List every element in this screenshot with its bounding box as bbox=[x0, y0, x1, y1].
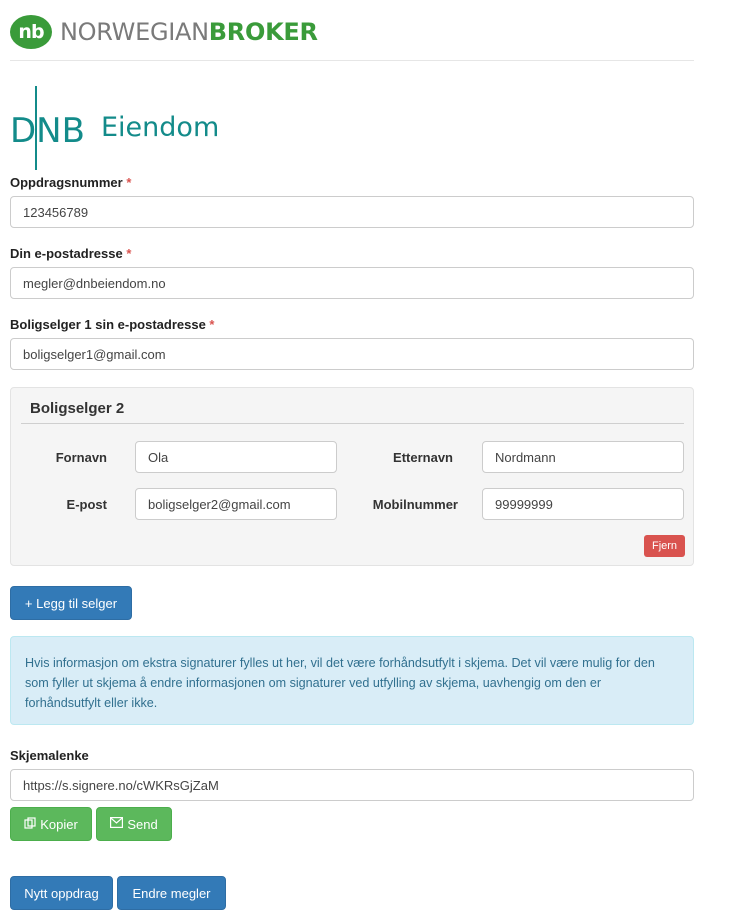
form-link-input[interactable]: https://s.signere.no/cWKRsGjZaM bbox=[10, 769, 694, 801]
mobile-value: 99999999 bbox=[495, 496, 553, 512]
new-assignment-button[interactable]: Nytt oppdrag bbox=[10, 876, 113, 910]
email-label: Din e-postadresse * bbox=[10, 246, 131, 261]
email-value: megler@dnbeiendom.no bbox=[23, 275, 166, 291]
lastname-value: Nordmann bbox=[495, 449, 556, 465]
copy-button[interactable]: Kopier bbox=[10, 807, 92, 841]
add-seller-button[interactable]: + Legg til selger bbox=[10, 586, 132, 620]
send-button[interactable]: Send bbox=[96, 807, 172, 841]
dnb-eiendom-logo: DNB Eiendom bbox=[10, 86, 219, 170]
firstname-label: Fornavn bbox=[55, 450, 107, 465]
lastname-input[interactable]: Nordmann bbox=[482, 441, 684, 473]
mobile-input[interactable]: 99999999 bbox=[482, 488, 684, 520]
email-input[interactable]: megler@dnbeiendom.no bbox=[10, 267, 694, 299]
office-name: Eiendom bbox=[101, 112, 220, 143]
info-text: Hvis informasjon om ekstra signaturer fy… bbox=[25, 656, 655, 710]
seller1-email-input[interactable]: boligselger1@gmail.com bbox=[10, 338, 694, 370]
seller2-email-label: E-post bbox=[66, 497, 107, 512]
info-alert: Hvis informasjon om ekstra signaturer fy… bbox=[10, 636, 694, 725]
assignment-number-input[interactable]: 123456789 bbox=[10, 196, 694, 228]
required-mark: * bbox=[126, 175, 132, 190]
dnb-letters: DNB bbox=[10, 111, 85, 151]
header: nb NORWEGIANBROKER bbox=[10, 14, 318, 50]
seller2-email-input[interactable]: boligselger2@gmail.com bbox=[135, 488, 337, 520]
copy-label: Kopier bbox=[40, 816, 78, 832]
seller1-email-label-text: Boligselger 1 sin e-postadresse bbox=[10, 317, 206, 332]
brand-part1: NORWEGIAN bbox=[60, 18, 209, 46]
form-link-value: https://s.signere.no/cWKRsGjZaM bbox=[23, 777, 219, 793]
assignment-number-value: 123456789 bbox=[23, 204, 89, 220]
norwegianbroker-logo: nb bbox=[10, 15, 52, 49]
seller2-panel: Boligselger 2 Fornavn Ola Etternavn Nord… bbox=[10, 387, 694, 566]
seller1-email-label: Boligselger 1 sin e-postadresse * bbox=[10, 317, 214, 332]
form-link-label: Skjemalenke bbox=[10, 748, 89, 763]
remove-seller-button[interactable]: Fjern bbox=[644, 535, 685, 557]
lastname-label: Etternavn bbox=[393, 450, 453, 465]
send-label: Send bbox=[127, 816, 158, 832]
copy-icon bbox=[24, 816, 36, 832]
assignment-label: Oppdragsnummer * bbox=[10, 175, 131, 190]
envelope-icon bbox=[110, 817, 124, 831]
required-mark: * bbox=[126, 246, 132, 261]
brand-part2: BROKER bbox=[208, 18, 318, 46]
assignment-label-text: Oppdragsnummer bbox=[10, 175, 123, 190]
seller1-email-value: boligselger1@gmail.com bbox=[23, 346, 166, 362]
seller2-email-value: boligselger2@gmail.com bbox=[148, 496, 291, 512]
required-mark: * bbox=[209, 317, 215, 332]
header-divider bbox=[10, 60, 694, 61]
brand-name: NORWEGIANBROKER bbox=[60, 18, 318, 46]
email-label-text: Din e-postadresse bbox=[10, 246, 123, 261]
firstname-value: Ola bbox=[148, 449, 169, 465]
seller2-title: Boligselger 2 bbox=[30, 400, 125, 417]
change-broker-button[interactable]: Endre megler bbox=[117, 876, 226, 910]
logo-text: nb bbox=[18, 21, 44, 43]
firstname-input[interactable]: Ola bbox=[135, 441, 337, 473]
mobile-label: Mobilnummer bbox=[372, 497, 458, 512]
seller2-divider bbox=[21, 423, 684, 424]
dnb-logo-icon: DNB bbox=[10, 86, 85, 170]
